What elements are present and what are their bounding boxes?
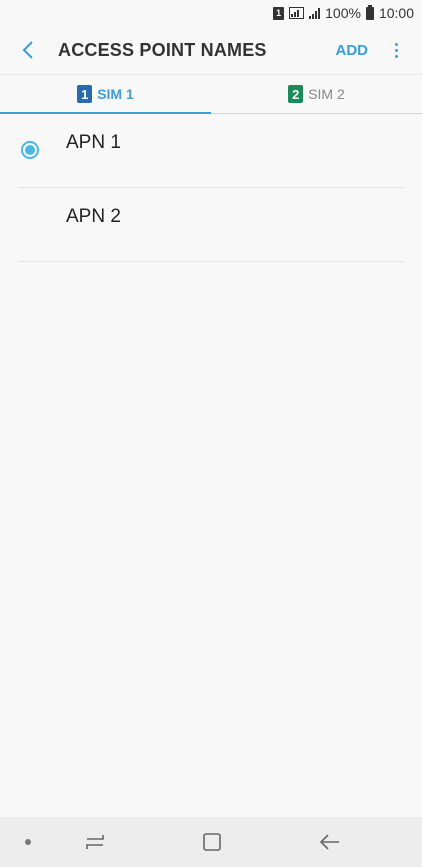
- divider: [18, 261, 404, 262]
- signal-strength-icon: [309, 7, 321, 19]
- radio-dot: [25, 145, 35, 155]
- tab-sim-1[interactable]: 1 SIM 1: [0, 75, 211, 114]
- tab-label: SIM 2: [308, 86, 345, 102]
- apn-name: APN 1: [66, 132, 121, 153]
- chevron-left-icon: [22, 41, 33, 59]
- sim-2-icon: 2: [288, 85, 304, 103]
- app-bar: ACCESS POINT NAMES ADD: [0, 26, 422, 74]
- list-item[interactable]: APN 1: [0, 114, 422, 188]
- navigation-bar: [0, 817, 422, 867]
- tab-label: SIM 1: [97, 86, 134, 102]
- sim-tabs: 1 SIM 1 2 SIM 2: [0, 74, 422, 114]
- radio-button-selected[interactable]: [21, 141, 39, 159]
- add-button[interactable]: ADD: [336, 42, 369, 59]
- apn-name: APN 2: [66, 206, 121, 227]
- more-vert-icon: [394, 42, 398, 46]
- page-title: ACCESS POINT NAMES: [58, 39, 267, 60]
- list-item[interactable]: APN 2: [0, 188, 422, 262]
- back-icon[interactable]: [317, 829, 343, 855]
- apn-list: APN 1 APN 2: [0, 114, 422, 262]
- recent-apps-icon[interactable]: [82, 829, 108, 855]
- more-options-button[interactable]: [382, 26, 410, 74]
- tab-sim-2[interactable]: 2 SIM 2: [211, 75, 422, 113]
- back-button[interactable]: [4, 26, 52, 74]
- battery-icon: [365, 4, 374, 20]
- signal-icon: [289, 7, 305, 19]
- status-bar: 1 100% 10:00: [0, 0, 422, 26]
- more-vert-dot: [394, 54, 398, 58]
- sim-1-icon: 1: [77, 85, 93, 103]
- home-icon[interactable]: [199, 829, 225, 855]
- battery-percent: 100%: [325, 5, 361, 21]
- dot-indicator-icon: [25, 839, 31, 845]
- more-vert-dot: [394, 48, 398, 52]
- clock: 10:00: [378, 5, 414, 21]
- sim-card-icon: 1: [273, 6, 285, 20]
